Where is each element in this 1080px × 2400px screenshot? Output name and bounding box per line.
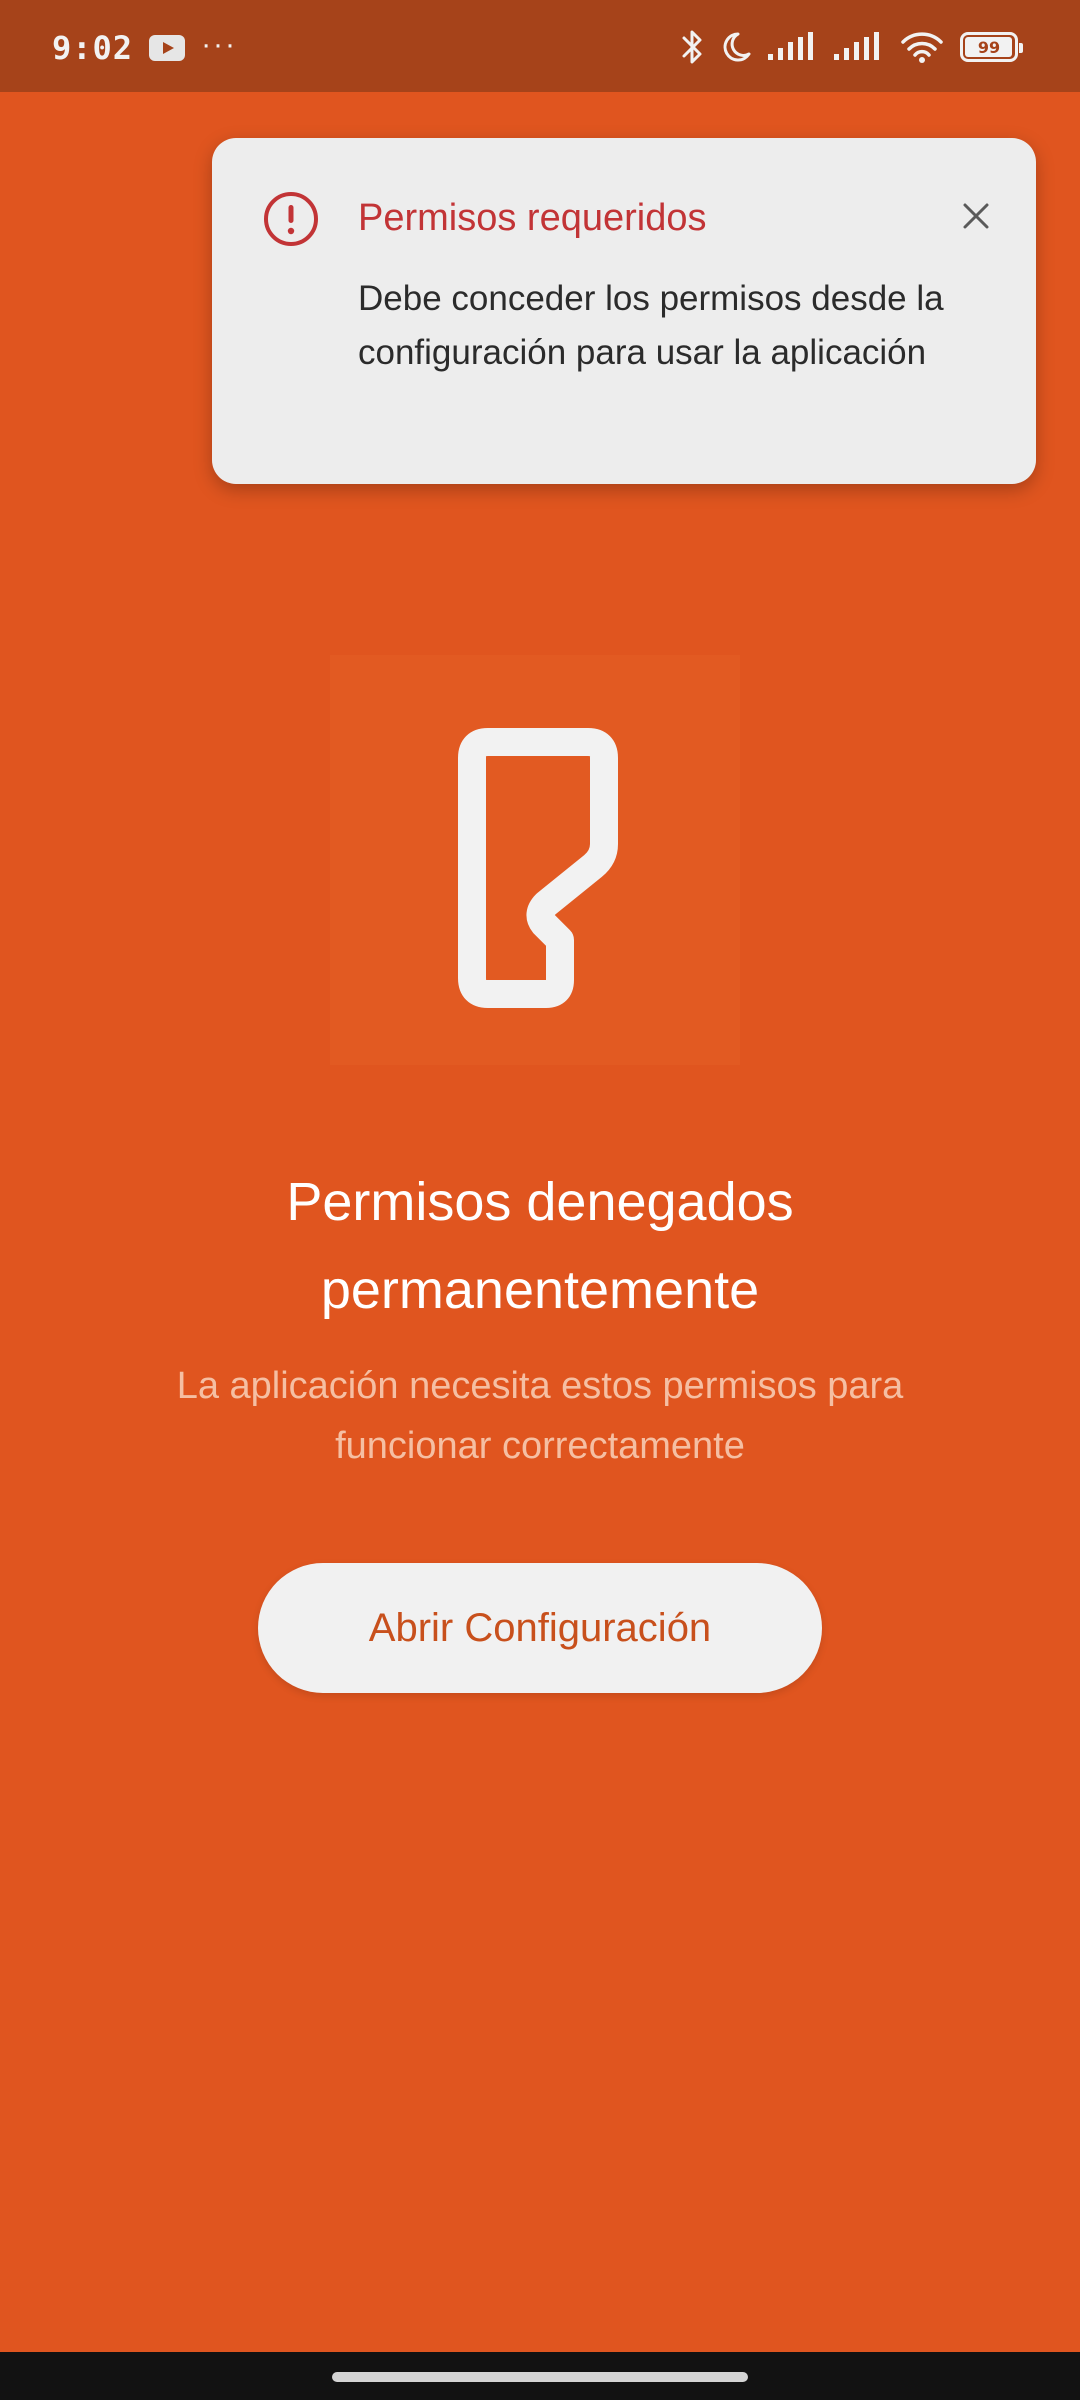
wifi-icon bbox=[901, 32, 943, 63]
status-time: 9:02 bbox=[52, 29, 134, 67]
toast-message: Debe conceder los permisos desde la conf… bbox=[358, 279, 944, 372]
moon-icon bbox=[723, 32, 751, 62]
page-subtitle-line: funcionar correctamente bbox=[335, 1425, 745, 1467]
close-icon bbox=[963, 203, 989, 229]
page-subtitle-line: La aplicación necesita estos permisos pa… bbox=[176, 1365, 904, 1407]
toast-close-button[interactable] bbox=[956, 196, 996, 236]
toast-title: Permisos requeridos bbox=[358, 197, 707, 239]
permissions-toast: Permisos requeridos Debe conceder los pe… bbox=[212, 138, 1036, 484]
navigation-bar bbox=[0, 2352, 1080, 2400]
battery-icon: 99 bbox=[960, 32, 1023, 62]
page-title-line: permanentemente bbox=[320, 1260, 760, 1320]
status-bar-right: 99 bbox=[680, 24, 1023, 70]
battery-percent: 99 bbox=[977, 37, 1001, 57]
app-logo-icon bbox=[458, 728, 618, 1008]
bluetooth-icon bbox=[682, 30, 702, 64]
page-title: Permisos denegados permanentemente bbox=[0, 1158, 1080, 1334]
page-title-line: Permisos denegados bbox=[286, 1172, 794, 1232]
status-bar-left: 9:02 ··· bbox=[52, 28, 237, 68]
status-bar: 9:02 ··· 99 bbox=[0, 0, 1080, 92]
home-indicator[interactable] bbox=[332, 2372, 748, 2382]
open-settings-button[interactable]: Abrir Configuración bbox=[258, 1563, 822, 1693]
signal-icon bbox=[768, 32, 813, 60]
alert-circle-icon bbox=[264, 192, 318, 246]
youtube-icon bbox=[149, 35, 186, 61]
signal-icon bbox=[834, 32, 879, 60]
more-notifications-icon: ··· bbox=[201, 28, 238, 61]
page-subtitle: La aplicación necesita estos permisos pa… bbox=[60, 1356, 1020, 1476]
